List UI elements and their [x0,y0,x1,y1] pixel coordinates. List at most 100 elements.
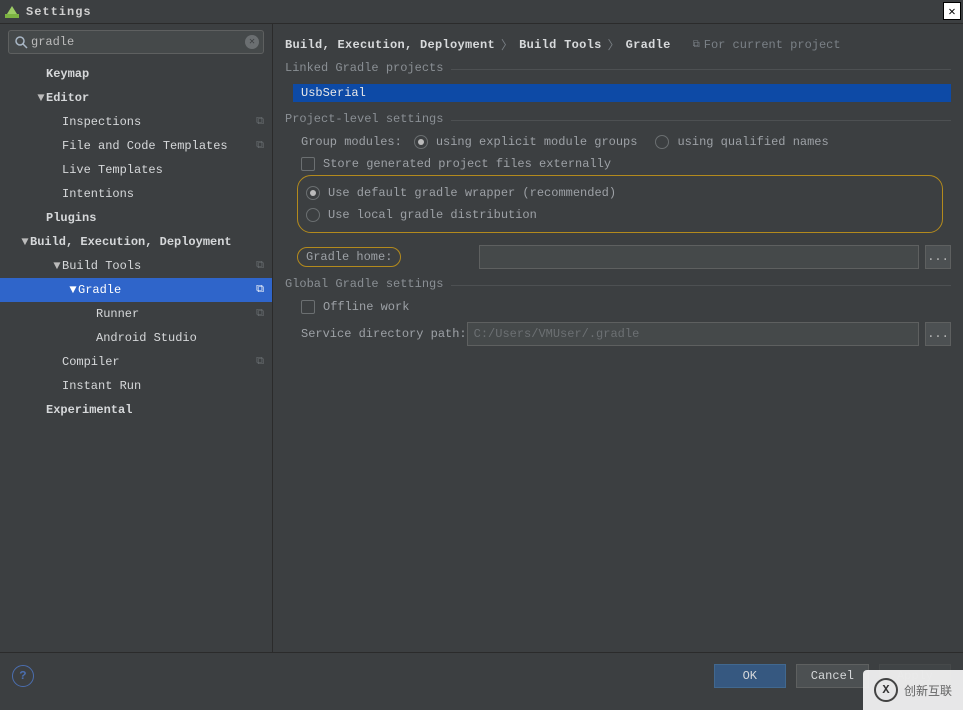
tree-item-label: Editor [46,91,89,105]
dialog-button-bar: ? OK Cancel Apply [0,652,963,698]
clear-search-icon[interactable]: ✕ [245,35,259,49]
expand-arrow-icon: ▼ [52,259,62,273]
window-close-button[interactable]: ✕ [943,2,961,20]
tree-item-editor[interactable]: ▼Editor [0,86,272,110]
tree-item-build-execution-deployment[interactable]: ▼Build, Execution, Deployment [0,230,272,254]
tree-item-label: File and Code Templates [62,139,228,153]
option-label: Use local gradle distribution [328,208,537,222]
project-scope-icon: ⧉ [256,260,264,272]
expand-arrow-icon: ▼ [36,91,46,105]
tree-item-label: Experimental [46,403,132,417]
use-default-wrapper-option[interactable]: Use default gradle wrapper (recommended) [306,186,616,200]
breadcrumb-mid[interactable]: Build Tools [519,38,602,52]
store-external-checkbox[interactable]: Store generated project files externally [301,157,611,171]
tree-item-label: Build Tools [62,259,141,273]
ok-button[interactable]: OK [714,664,786,688]
tree-item-runner[interactable]: Runner ⧉ [0,302,272,326]
gradle-home-label: Gradle home: [297,247,401,267]
radio-icon [414,135,428,149]
tree-item-instant-run[interactable]: Instant Run [0,374,272,398]
logo-icon: X [874,678,898,702]
breadcrumb-root[interactable]: Build, Execution, Deployment [285,38,495,52]
app-icon [4,4,20,20]
tree-item-label: Compiler [62,355,120,369]
expand-arrow-icon: ▼ [68,283,78,297]
project-scope-icon: ⧉ [256,284,264,296]
tree-item-label: Live Templates [62,163,163,177]
tree-item-keymap[interactable]: Keymap [0,62,272,86]
close-icon: ✕ [948,4,955,19]
settings-sidebar: ✕ Keymap▼EditorInspections⧉File and Code… [0,24,273,652]
tree-item-label: Plugins [46,211,96,225]
radio-icon [655,135,669,149]
chevron-right-icon: 〉 [501,36,513,53]
scope-badge: ⧉ For current project [693,38,841,52]
watermark-logo: X 创新互联 [863,670,963,710]
tree-item-label: Intentions [62,187,134,201]
checkbox-label: Offline work [323,300,409,314]
window-title: Settings [26,5,92,19]
tree-item-file-and-code-templates[interactable]: File and Code Templates⧉ [0,134,272,158]
global-settings-section: Global Gradle settings Offline work Serv… [285,285,951,356]
linked-projects-list[interactable]: UsbSerial [293,84,951,102]
service-dir-browse-button[interactable]: ... [925,322,951,346]
option-label: using explicit module groups [436,135,638,149]
tree-item-plugins[interactable]: Plugins [0,206,272,230]
scope-text: For current project [704,38,841,52]
expand-arrow-icon: ▼ [20,235,30,249]
project-scope-icon: ⧉ [256,116,264,128]
tree-item-compiler[interactable]: Compiler ⧉ [0,350,272,374]
help-button[interactable]: ? [12,665,34,687]
ellipsis-icon: ... [927,327,949,341]
copy-icon: ⧉ [693,39,700,51]
option-label: using qualified names [677,135,828,149]
linked-project-item[interactable]: UsbSerial [293,84,951,102]
tree-item-live-templates[interactable]: Live Templates [0,158,272,182]
chevron-right-icon: 〉 [608,36,620,53]
radio-icon [306,208,320,222]
section-legend: Linked Gradle projects [285,61,451,75]
gradle-home-input[interactable] [479,245,919,269]
search-field[interactable]: ✕ [8,30,264,54]
checkbox-label: Store generated project files externally [323,157,611,171]
help-icon: ? [19,669,26,683]
project-level-section: Project-level settings Group modules: us… [285,120,951,279]
checkbox-icon [301,300,315,314]
service-dir-input[interactable] [467,322,919,346]
linked-projects-section: Linked Gradle projects UsbSerial [285,69,951,114]
offline-work-checkbox[interactable]: Offline work [301,300,409,314]
tree-item-build-tools[interactable]: ▼Build Tools ⧉ [0,254,272,278]
checkbox-icon [301,157,315,171]
tree-item-label: Runner [96,307,139,321]
title-bar: Settings ✕ [0,0,963,24]
tree-item-intentions[interactable]: Intentions [0,182,272,206]
service-dir-label: Service directory path: [301,327,467,341]
tree-item-experimental[interactable]: Experimental [0,398,272,422]
use-local-distribution-option[interactable]: Use local gradle distribution [306,208,537,222]
group-modules-qualified-option[interactable]: using qualified names [655,135,828,149]
tree-item-label: Instant Run [62,379,141,393]
tree-item-label: Gradle [78,283,121,297]
breadcrumb-leaf: Gradle [626,38,671,52]
tree-item-label: Inspections [62,115,141,129]
tree-item-label: Keymap [46,67,89,81]
option-label: Use default gradle wrapper (recommended) [328,186,616,200]
project-scope-icon: ⧉ [256,356,264,368]
search-input[interactable] [31,35,239,49]
watermark-text: 创新互联 [904,682,952,699]
tree-item-gradle[interactable]: ▼Gradle ⧉ [0,278,272,302]
section-legend: Project-level settings [285,112,451,126]
gradle-source-group: Use default gradle wrapper (recommended)… [297,175,943,233]
search-icon [14,35,28,49]
ellipsis-icon: ... [927,250,949,264]
settings-main-panel: Build, Execution, Deployment 〉 Build Too… [273,24,963,652]
breadcrumb: Build, Execution, Deployment 〉 Build Too… [285,30,951,63]
gradle-home-browse-button[interactable]: ... [925,245,951,269]
project-scope-icon: ⧉ [256,308,264,320]
cancel-button[interactable]: Cancel [796,664,869,688]
section-legend: Global Gradle settings [285,277,451,291]
group-modules-explicit-option[interactable]: using explicit module groups [414,135,638,149]
settings-tree[interactable]: Keymap▼EditorInspections⧉File and Code T… [0,60,272,652]
tree-item-android-studio[interactable]: Android Studio [0,326,272,350]
tree-item-inspections[interactable]: Inspections ⧉ [0,110,272,134]
